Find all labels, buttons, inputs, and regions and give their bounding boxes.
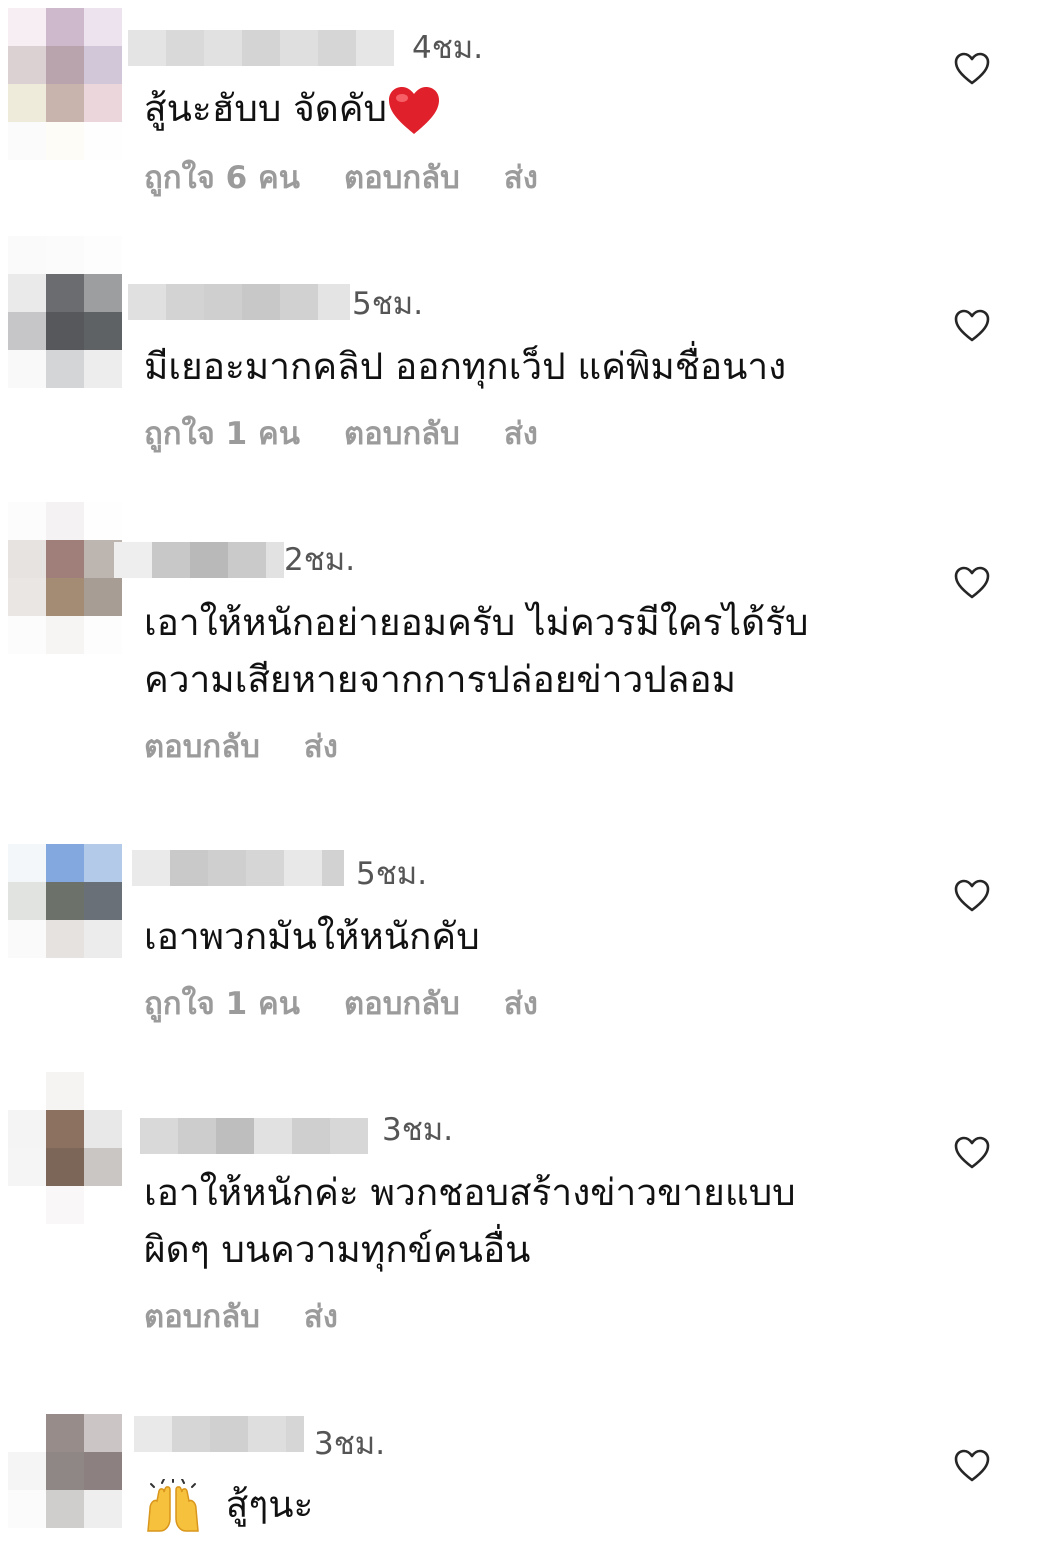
comment-text-line: ผิดๆ บนความทุกข์คนอื่น — [144, 1228, 531, 1271]
heart-outline-icon[interactable] — [954, 1449, 990, 1483]
heart-outline-icon[interactable] — [954, 566, 990, 600]
send-button[interactable]: ส่ง — [504, 160, 538, 196]
likes-count[interactable]: ถูกใจ 1 คน — [144, 416, 300, 452]
username-blurred[interactable] — [132, 850, 344, 886]
comment-text: เอาให้หนักค่ะ พวกชอบสร้างข่าวขายแบบ ผิดๆ… — [144, 1164, 796, 1278]
avatar[interactable] — [8, 1414, 122, 1566]
comment-text: มีเยอะมากคลิป ออกทุกเว็ป แค่พิมชื่อนาง — [144, 345, 787, 388]
reply-button[interactable]: ตอบกลับ — [144, 1299, 260, 1335]
likes-count[interactable]: ถูกใจ 6 คน — [144, 160, 300, 196]
comment-actions: ถูกใจ 1 คน ตอบกลับ ส่ง — [144, 984, 582, 1024]
username-blurred[interactable] — [134, 1416, 304, 1452]
reply-button[interactable]: ตอบกลับ — [344, 416, 460, 452]
avatar[interactable] — [8, 8, 122, 160]
username-blurred[interactable] — [128, 30, 394, 66]
comment-time: 2ชม. — [284, 542, 356, 578]
avatar[interactable] — [8, 502, 122, 654]
send-button[interactable]: ส่ง — [304, 729, 338, 765]
heart-emoji — [389, 86, 440, 134]
heart-outline-icon[interactable] — [954, 879, 990, 913]
comment-time: 4ชม. — [412, 30, 484, 66]
comment-time: 5ชม. — [352, 286, 424, 322]
username-blurred[interactable] — [114, 542, 284, 578]
reply-button[interactable]: ตอบกลับ — [344, 986, 460, 1022]
comment-text: เอาพวกมันให้หนักคับ — [144, 915, 480, 958]
send-button[interactable]: ส่ง — [504, 416, 538, 452]
heart-outline-icon[interactable] — [954, 309, 990, 343]
comment-text: เอาให้หนักอย่ายอมครับ ไม่ควรมีใครได้รับ … — [144, 594, 809, 708]
comment-text-content: สู้นะฮับบ จัดคับ — [144, 87, 388, 130]
likes-count[interactable]: ถูกใจ 1 คน — [144, 986, 300, 1022]
comment-text-line: ความเสียหายจากการปล่อยข่าวปลอม — [144, 658, 737, 701]
comment-actions: ถูกใจ 6 คน ตอบกลับ ส่ง — [144, 158, 582, 198]
comment-actions: ถูกใจ 1 คน ตอบกลับ ส่ง — [144, 414, 582, 454]
heart-outline-icon[interactable] — [954, 52, 990, 86]
reply-button[interactable]: ตอบกลับ — [344, 160, 460, 196]
comment-text: สู้ๆนะ — [144, 1476, 313, 1535]
raising-hands-emoji — [147, 1478, 199, 1532]
comment-time: 3ชม. — [382, 1112, 454, 1148]
avatar[interactable] — [8, 1072, 122, 1224]
comment-text-content: สู้ๆนะ — [225, 1483, 314, 1526]
username-blurred[interactable] — [140, 1118, 368, 1154]
reply-button[interactable]: ตอบกลับ — [144, 729, 260, 765]
comment-time: 3ชม. — [314, 1426, 386, 1462]
comment-text-line: เอาให้หนักค่ะ พวกชอบสร้างข่าวขายแบบ — [144, 1171, 796, 1214]
avatar[interactable] — [8, 236, 122, 388]
send-button[interactable]: ส่ง — [504, 986, 538, 1022]
comment-time: 5ชม. — [356, 856, 428, 892]
comment-text: สู้นะฮับบ จัดคับ — [144, 80, 441, 137]
username-blurred[interactable] — [128, 284, 350, 320]
comment-actions: ตอบกลับ ส่ง — [144, 727, 382, 767]
comment-text-line: เอาให้หนักอย่ายอมครับ ไม่ควรมีใครได้รับ — [144, 601, 809, 644]
heart-outline-icon[interactable] — [954, 1136, 990, 1170]
avatar[interactable] — [8, 844, 122, 996]
comment-actions: ตอบกลับ ส่ง — [144, 1297, 382, 1337]
send-button[interactable]: ส่ง — [304, 1299, 338, 1335]
